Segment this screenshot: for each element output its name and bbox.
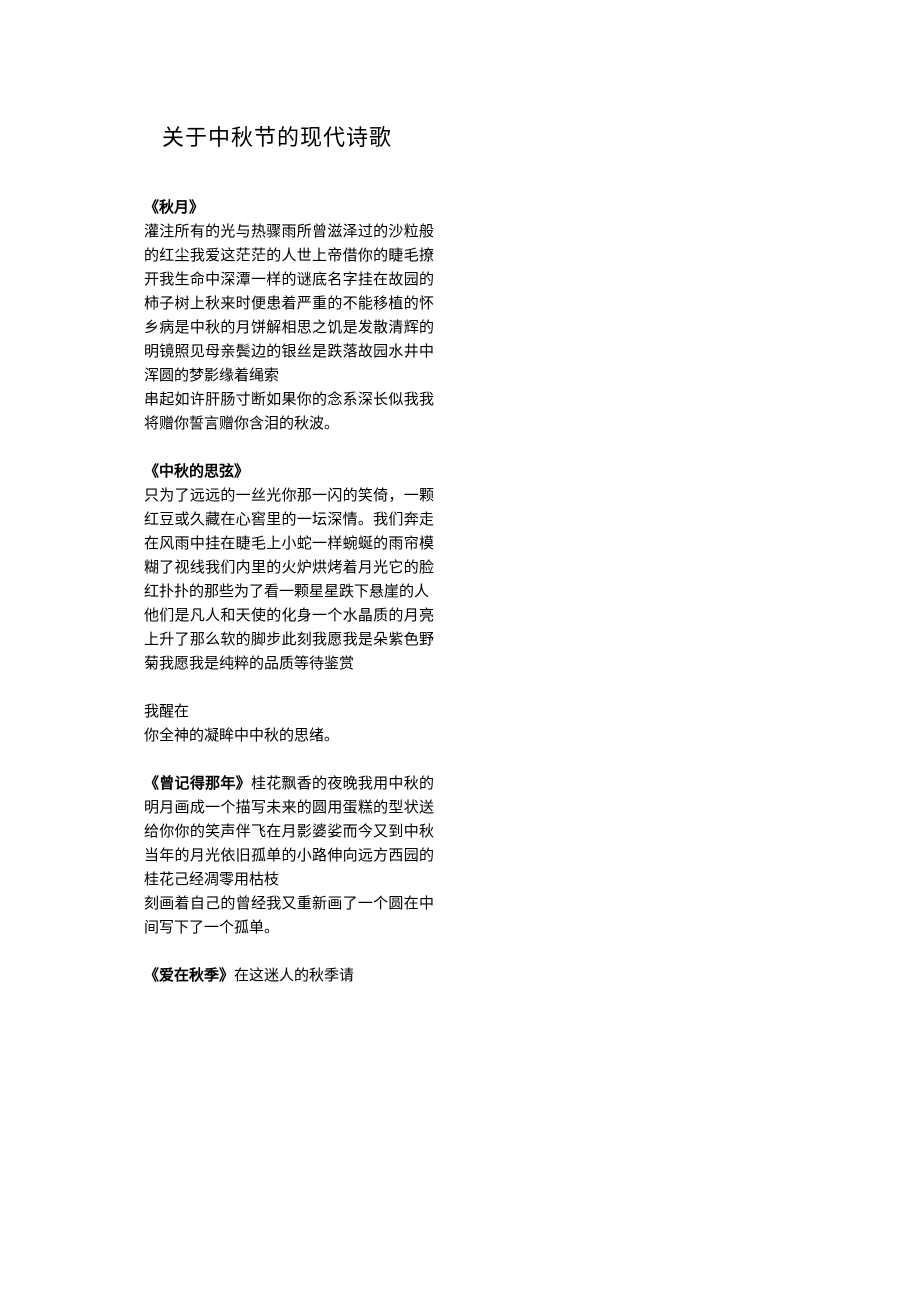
poem-stanza: 我醒在 — [144, 700, 434, 724]
poem-heading-2: 《中秋的思弦》 — [144, 464, 249, 480]
poem-stanza: 刻画着自己的曾经我又重新画了一个圆在中间写下了一个孤单。 — [144, 892, 434, 940]
poem-stanza: 串起如许肝肠寸断如果你的念系深长似我我将赠你誓言赠你含泪的秋波。 — [144, 388, 434, 436]
poem-section-1: 《秋月》 灌注所有的光与热骤雨所曾滋泽过的沙粒般的红尘我爱这茫茫的人世上帝借你的… — [144, 196, 434, 436]
poem-heading-1: 《秋月》 — [144, 200, 204, 216]
poem-stanza: 只为了远远的一丝光你那一闪的笑倚，一颗红豆或久藏在心窖里的一坛深情。我们奔走在风… — [144, 484, 434, 604]
poem-stanza: 《曾记得那年》桂花飘香的夜晚我用中秋的明月画成一个描写未来的圆用蛋糕的型状送给你… — [144, 772, 434, 892]
poem-section-4: 《爱在秋季》在这迷人的秋季请 — [144, 964, 434, 988]
page-title: 关于中秋节的现代诗歌 — [162, 120, 434, 152]
poem-heading-3: 《曾记得那年》 — [144, 776, 251, 792]
poem-section-2: 《中秋的思弦》 只为了远远的一丝光你那一闪的笑倚，一颗红豆或久藏在心窖里的一坛深… — [144, 460, 434, 676]
poem-section-2-trailing: 我醒在 你全神的凝眸中中秋的思绪。 — [144, 700, 434, 748]
poem-text: 桂花飘香的夜晚我用中秋的明月画成一个描写未来的圆用蛋糕的型状送给你你的笑声伴飞在… — [144, 776, 434, 888]
poem-heading-4: 《爱在秋季》 — [144, 968, 234, 984]
poem-stanza: 他们是凡人和天使的化身一个水晶质的月亮上升了那么软的脚步此刻我愿我是朵紫色野菊我… — [144, 604, 434, 676]
poem-stanza: 你全神的凝眸中中秋的思绪。 — [144, 724, 434, 748]
poem-text: 在这迷人的秋季请 — [234, 968, 354, 984]
poem-stanza: 灌注所有的光与热骤雨所曾滋泽过的沙粒般的红尘我爱这茫茫的人世上帝借你的睫毛撩开我… — [144, 220, 434, 388]
poem-section-3: 《曾记得那年》桂花飘香的夜晚我用中秋的明月画成一个描写未来的圆用蛋糕的型状送给你… — [144, 772, 434, 940]
poem-stanza: 《爱在秋季》在这迷人的秋季请 — [144, 964, 434, 988]
